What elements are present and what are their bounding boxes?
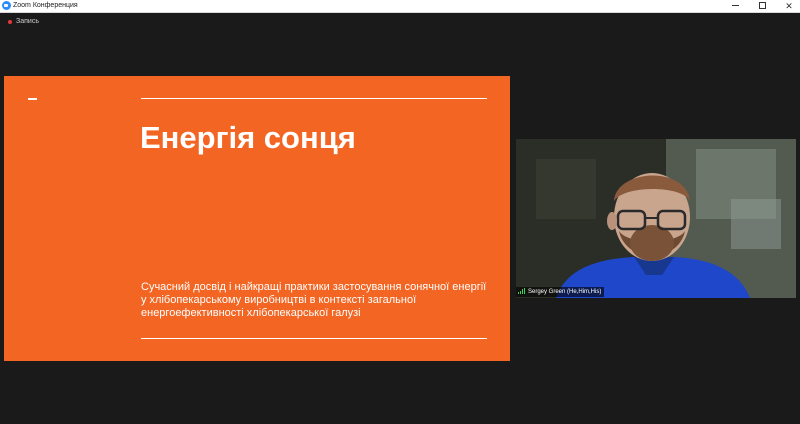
slide-title: Енергія сонця xyxy=(140,120,356,155)
restore-icon[interactable] xyxy=(749,0,775,12)
participant-video-tile[interactable]: Sergey Green (He,Him,His) xyxy=(516,139,796,298)
participant-name: Sergey Green (He,Him,His) xyxy=(528,289,602,295)
recording-label: Запись xyxy=(16,18,39,25)
slide-subtitle: Сучасний досвід і найкращі практики заст… xyxy=(141,281,487,319)
slide-dash-decoration xyxy=(28,98,37,100)
title-bar: Zoom Конференция ✕ xyxy=(0,0,800,13)
slide-top-rule xyxy=(141,98,487,99)
close-icon[interactable]: ✕ xyxy=(776,0,800,12)
shared-screen-slide: Енергія сонця Сучасний досвід і найкращі… xyxy=(4,76,510,361)
slide-bottom-rule xyxy=(141,338,487,339)
participant-name-label: Sergey Green (He,Him,His) xyxy=(516,287,605,297)
participant-video-frame xyxy=(516,139,796,298)
minimize-icon[interactable] xyxy=(722,0,748,12)
zoom-logo-icon xyxy=(2,1,11,10)
window-title: Zoom Конференция xyxy=(13,2,78,9)
signal-bars-icon xyxy=(518,288,526,295)
record-dot-icon xyxy=(8,20,12,24)
